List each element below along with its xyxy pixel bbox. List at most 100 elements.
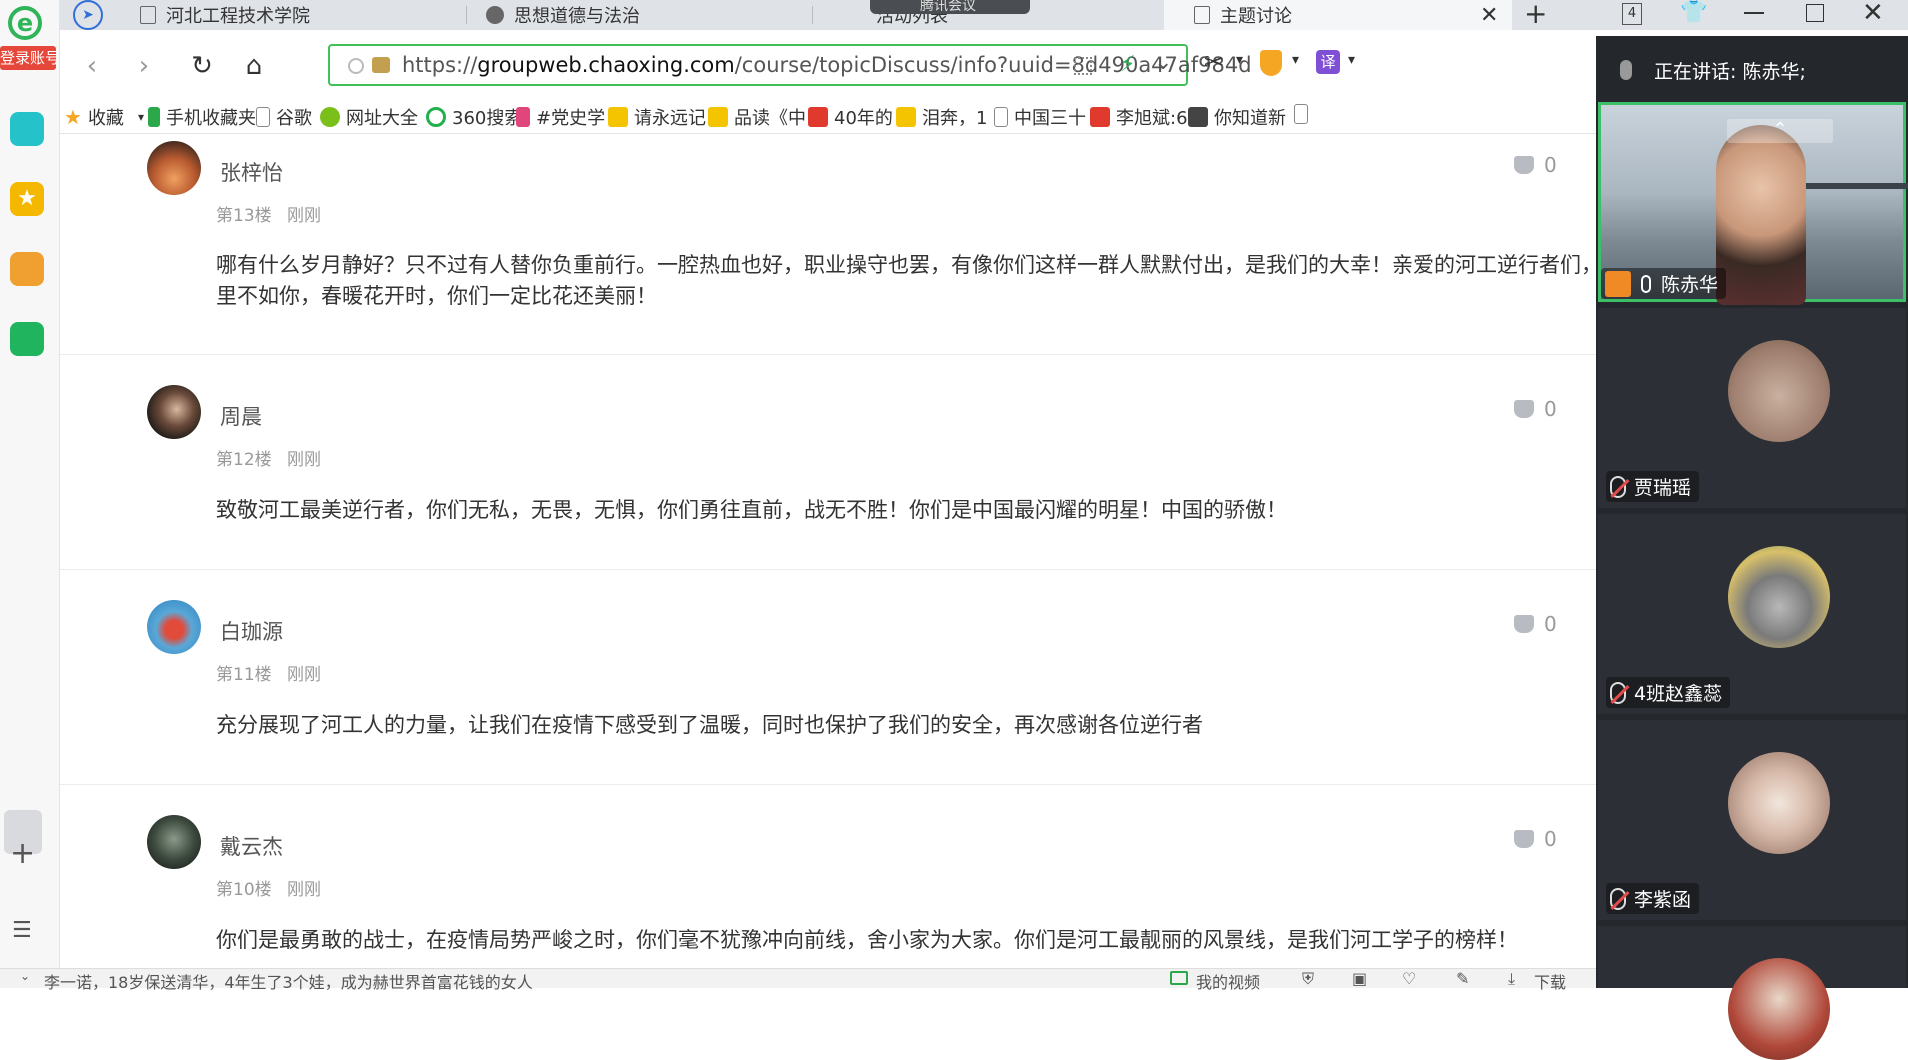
news-ticker[interactable]: 李一诺，18岁保送清华，4年生了3个娃，成为赫世界首富花钱的女人 [44, 969, 533, 993]
forward-icon[interactable]: › [126, 48, 162, 84]
download-icon[interactable]: ⤓ [1508, 969, 1515, 989]
bookmark-item[interactable]: 你知道新 [1188, 104, 1286, 130]
new-tab-button[interactable]: + [1524, 0, 1547, 28]
chevron-down-icon[interactable]: ▾ [1236, 52, 1243, 68]
avatar[interactable] [147, 385, 201, 439]
address-bar[interactable]: https://groupweb.chaoxing.com/course/top… [328, 44, 1252, 86]
speaking-indicator: 正在讲话: 陈赤华; [1596, 48, 1908, 92]
close-icon[interactable]: ✕ [1480, 3, 1498, 28]
back-icon[interactable]: ‹ [74, 48, 110, 84]
tab-bar: ➤ 河北工程技术学院 思想道德与法治 活动列表 腾讯会议 主题讨论 ✕ + 4 … [0, 0, 1908, 30]
post-author[interactable]: 周晨 [220, 401, 262, 431]
bookmark-item[interactable]: 谷歌 [256, 104, 312, 130]
bookmark-item[interactable]: 泪奔，1 [896, 104, 987, 130]
tab-topic-discuss[interactable]: 主题讨论 ✕ [1164, 0, 1512, 30]
bookmark-item[interactable]: 360搜索 [426, 104, 522, 130]
download-link[interactable]: 下载 [1534, 969, 1566, 993]
maximize-icon[interactable] [1806, 4, 1824, 22]
post-floor: 第11楼 [216, 665, 272, 685]
navigation-bar: ‹ › ↻ ⌂ https://groupweb.chaoxing.com/co… [60, 36, 1596, 96]
add-icon[interactable]: + [10, 836, 35, 871]
tab-sixiang[interactable]: 思想道德与法治 [476, 0, 811, 30]
like-button[interactable]: 0 [1514, 827, 1557, 851]
tab-hebei[interactable]: 河北工程技术学院 [130, 0, 465, 30]
chevron-down-icon[interactable]: ⌄ [20, 969, 30, 983]
chevron-down-icon[interactable]: ⌄ [1154, 50, 1172, 75]
like-button[interactable]: 0 [1514, 397, 1557, 421]
browser-logo-icon[interactable]: e [8, 6, 42, 40]
my-video-link[interactable]: 我的视频 [1196, 969, 1260, 993]
video-tile[interactable]: 4班赵鑫蕊 [1598, 514, 1906, 714]
microphone-icon [1641, 274, 1651, 293]
minimize-icon[interactable] [1744, 12, 1764, 14]
site-icon [426, 107, 446, 127]
page-icon [1194, 6, 1210, 24]
security-icon [348, 58, 364, 74]
like-button[interactable]: 0 [1514, 153, 1557, 177]
bookmark-item[interactable]: 手机收藏夹 [148, 104, 256, 130]
bookmark-item[interactable]: 40年的 [808, 104, 893, 130]
tab-count-icon[interactable]: 4 [1622, 3, 1642, 25]
bookmark-more[interactable] [1294, 104, 1314, 124]
coin-shield-icon[interactable] [1260, 50, 1282, 76]
mic-muted-icon [1610, 681, 1626, 704]
post-author[interactable]: 白珈源 [220, 616, 283, 646]
site-icon [1090, 107, 1110, 127]
avatar[interactable] [147, 815, 201, 869]
like-button[interactable]: 0 [1514, 612, 1557, 636]
shield-icon[interactable]: ⛨ [1302, 969, 1314, 989]
bookmark-item[interactable]: 网址大全 [320, 104, 418, 130]
menu-list-icon[interactable]: ☰ [12, 918, 32, 943]
bookmark-item[interactable]: 中国三十 [994, 104, 1086, 130]
avatar [1728, 340, 1830, 442]
post-author[interactable]: 戴云杰 [220, 831, 283, 861]
lightning-icon[interactable]: ⚡ [1120, 52, 1135, 77]
bookmark-item[interactable]: 请永远记 [608, 104, 706, 130]
site-icon [708, 107, 728, 127]
weibo-icon[interactable] [10, 252, 44, 286]
window-close-icon[interactable]: ✕ [1862, 0, 1884, 28]
avatar[interactable] [147, 600, 201, 654]
qr-code-icon[interactable] [1074, 57, 1092, 75]
microphone-icon[interactable] [1620, 60, 1632, 80]
image-icon[interactable]: ▣ [1352, 969, 1367, 988]
chevron-down-icon[interactable]: ▾ [1348, 52, 1355, 68]
login-account-button[interactable]: 登录账号 [0, 46, 56, 70]
home-icon[interactable]: ⌂ [236, 48, 272, 84]
video-tile[interactable]: 贾瑞瑶 [1598, 308, 1906, 508]
bookmark-favorites[interactable]: ★ 收藏 ▾ [64, 104, 144, 130]
browser-nav-icon[interactable]: ➤ [72, 0, 104, 30]
scissors-icon[interactable]: ✂ [1204, 48, 1224, 76]
collapse-icon[interactable]: ⌃ [1727, 119, 1833, 143]
video-tile[interactable] [1598, 926, 1906, 1060]
translate-icon[interactable]: 译 [1316, 50, 1340, 74]
video-tile[interactable]: 李紫函 [1598, 720, 1906, 920]
host-icon [1605, 270, 1631, 297]
discussion-post: 周晨 第12楼 刚刚 0 致敬河工最美逆行者，你们无私，无畏，无惧，你们勇往直前… [60, 355, 1596, 570]
discussion-post: 白珈源 第11楼 刚刚 0 充分展现了河工人的力量，让我们在疫情下感受到了温暖，… [60, 570, 1596, 785]
pier-silhouette [1791, 183, 1908, 189]
mail-icon[interactable] [10, 322, 44, 356]
heart-icon[interactable]: ♡ [1402, 969, 1416, 988]
post-floor: 第12楼 [216, 450, 272, 470]
chevron-down-icon[interactable]: ▾ [1292, 52, 1299, 68]
brush-icon[interactable]: ✎ [1456, 969, 1469, 988]
plus-service-icon[interactable] [10, 112, 44, 146]
avatar [1728, 958, 1830, 1060]
refresh-icon[interactable]: ↻ [184, 48, 220, 84]
bookmarks-bar: ★ 收藏 ▾ 手机收藏夹 谷歌 网址大全 360搜索 #党史学 请永远记 品读《… [60, 98, 1596, 134]
bookmark-item[interactable]: #党史学 [516, 104, 605, 130]
star-icon[interactable]: ★ [10, 182, 44, 216]
shirt-icon[interactable]: 👕 [1680, 0, 1707, 25]
video-tile[interactable]: ⌃ 陈赤华 [1598, 102, 1908, 305]
avatar[interactable] [147, 141, 201, 195]
like-count: 0 [1544, 153, 1557, 177]
post-text: 你们是最勇敢的战士，在疫情局势严峻之时，你们毫不犹豫冲向前线，舍小家为大家。你们… [216, 928, 1518, 952]
post-author[interactable]: 张梓怡 [220, 157, 283, 187]
post-meta: 第12楼 刚刚 [216, 445, 321, 470]
status-bar: ⌄ 李一诺，18岁保送清华，4年生了3个娃，成为赫世界首富花钱的女人 我的视频 … [0, 968, 1596, 992]
video-play-icon [1170, 971, 1188, 985]
bookmark-item[interactable]: 品读《中 [708, 104, 806, 130]
play-icon [516, 107, 530, 127]
bookmark-item[interactable]: 李旭斌:6 [1090, 104, 1188, 130]
